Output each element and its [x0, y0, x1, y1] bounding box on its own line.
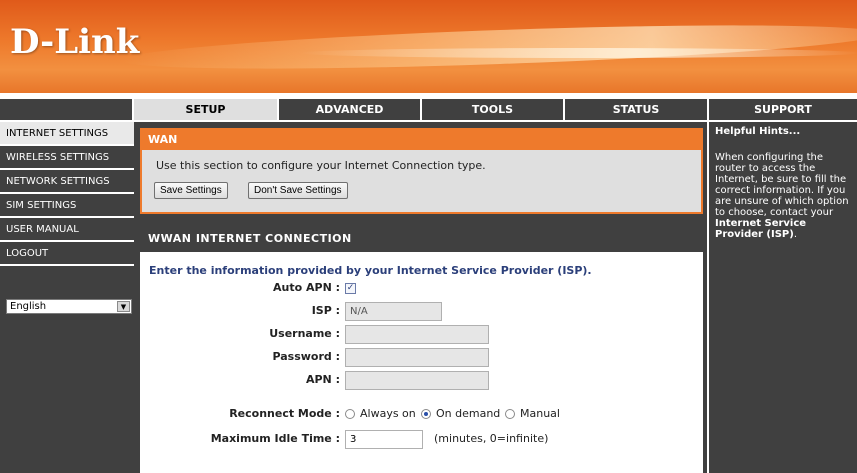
dont-save-settings-button[interactable]: Don't Save Settings [248, 182, 348, 199]
radio-manual[interactable] [505, 409, 515, 419]
header-banner: D-Link [0, 0, 857, 93]
sidebar-item-sim-settings[interactable]: SIM SETTINGS [0, 194, 134, 218]
chevron-down-icon[interactable]: ▼ [117, 301, 130, 312]
dlink-logo: D-Link [10, 22, 140, 62]
nav-spacer [0, 99, 134, 120]
apn-field[interactable] [345, 371, 489, 390]
radio-on-demand[interactable] [421, 409, 431, 419]
banner-streak-highlight [300, 48, 857, 58]
helpful-hints-title: Helpful Hints... [715, 126, 801, 137]
wan-description: Use this section to configure your Inter… [156, 159, 486, 172]
sidebar-item-network-settings[interactable]: NETWORK SETTINGS [0, 170, 134, 194]
hint-text: When configuring the router to access th… [715, 152, 849, 218]
isp-field[interactable]: N/A [345, 302, 442, 321]
apn-label: APN : [305, 373, 340, 386]
sidebar-item-wireless-settings[interactable]: WIRELESS SETTINGS [0, 146, 134, 170]
reconnect-mode-label: Reconnect Mode : [229, 407, 340, 420]
helpful-hints-text: When configuring the router to access th… [715, 152, 855, 240]
sidebar: INTERNET SETTINGS WIRELESS SETTINGS NETW… [0, 122, 134, 473]
tab-support[interactable]: SUPPORT [709, 99, 857, 120]
manual-label: Manual [520, 407, 560, 420]
language-value: English [10, 301, 47, 312]
always-on-label: Always on [360, 407, 416, 420]
isp-instruction: Enter the information provided by your I… [149, 264, 592, 277]
wan-title: WAN [142, 130, 701, 150]
hint-end: . [793, 229, 798, 240]
sidebar-item-internet-settings[interactable]: INTERNET SETTINGS [0, 122, 134, 146]
sidebar-item-logout[interactable]: LOGOUT [0, 242, 134, 266]
main-content: WAN Use this section to configure your I… [134, 122, 707, 473]
username-field[interactable] [345, 325, 489, 344]
sidebar-item-user-manual[interactable]: USER MANUAL [0, 218, 134, 242]
max-idle-time-input[interactable]: 3 [345, 430, 423, 449]
wan-section: WAN Use this section to configure your I… [140, 128, 703, 214]
hint-isp-bold: Internet Service Provider (ISP) [715, 218, 807, 240]
idle-time-hint: (minutes, 0=infinite) [434, 432, 549, 445]
auto-apn-label: Auto APN : [273, 281, 340, 294]
on-demand-label: On demand [436, 407, 501, 420]
banner-streak [120, 16, 857, 78]
radio-always-on[interactable] [345, 409, 355, 419]
password-field[interactable] [345, 348, 489, 367]
tab-status[interactable]: STATUS [565, 99, 709, 120]
password-label: Password : [272, 350, 340, 363]
tab-advanced[interactable]: ADVANCED [279, 99, 422, 120]
wwan-title: WWAN INTERNET CONNECTION [140, 226, 703, 252]
language-select[interactable]: English ▼ [6, 299, 132, 314]
username-label: Username : [269, 327, 340, 340]
tab-tools[interactable]: TOOLS [422, 99, 565, 120]
save-settings-button[interactable]: Save Settings [154, 182, 228, 199]
isp-label: ISP : [311, 304, 340, 317]
max-idle-time-label: Maximum Idle Time : [210, 432, 340, 445]
helpful-hints-panel: Helpful Hints... When configuring the ro… [709, 122, 857, 473]
tab-setup[interactable]: SETUP [134, 99, 279, 120]
wwan-section: WWAN INTERNET CONNECTION Enter the infor… [140, 226, 703, 473]
top-nav: SETUP ADVANCED TOOLS STATUS SUPPORT [0, 99, 857, 120]
auto-apn-checkbox[interactable]: ✓ [345, 283, 356, 294]
